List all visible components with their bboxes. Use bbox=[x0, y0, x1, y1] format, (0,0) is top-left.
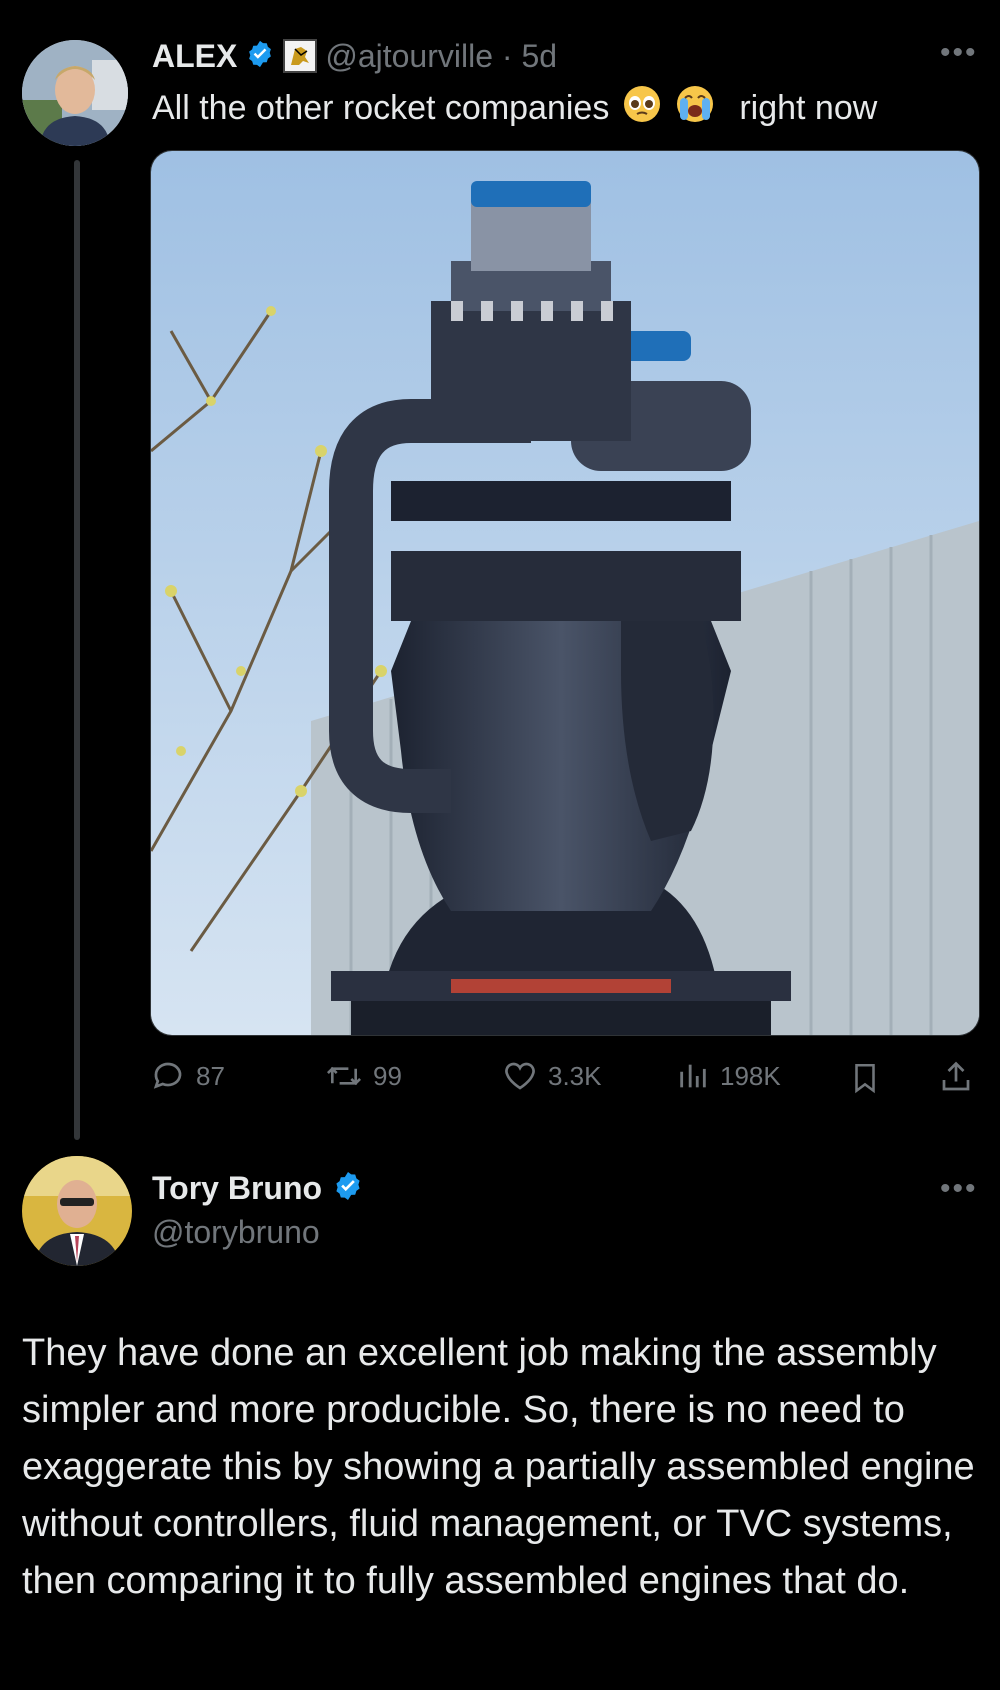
views-count: 198K bbox=[720, 1060, 781, 1091]
reply-action[interactable]: 87 bbox=[150, 1058, 225, 1094]
more-options-icon[interactable]: ••• bbox=[940, 36, 978, 70]
repost-count: 99 bbox=[373, 1060, 402, 1091]
rocket-engine-photo bbox=[151, 151, 979, 1035]
author-name[interactable]: ALEX bbox=[152, 38, 237, 75]
reply-count: 87 bbox=[196, 1060, 225, 1091]
avatar-alex[interactable] bbox=[22, 40, 128, 146]
reply-author-name[interactable]: Tory Bruno bbox=[152, 1170, 322, 1207]
author-handle-and-time[interactable]: @ajtourville · 5d bbox=[325, 38, 557, 75]
views-chart-icon bbox=[680, 1064, 706, 1088]
like-action[interactable]: 3.3K bbox=[502, 1058, 602, 1094]
tweet-text-part-2: right now bbox=[739, 89, 878, 127]
avatar-tory-bruno[interactable] bbox=[22, 1156, 132, 1266]
verified-badge-icon bbox=[245, 39, 275, 74]
like-count: 3.3K bbox=[548, 1060, 602, 1091]
reply-more-options-icon[interactable]: ••• bbox=[940, 1172, 978, 1206]
affiliate-badge-icon bbox=[283, 39, 318, 73]
repost-icon bbox=[326, 1066, 362, 1086]
tweet-text: All the other rocket companies right now bbox=[152, 84, 878, 133]
tweet-image[interactable] bbox=[150, 150, 980, 1036]
pleading-face-emoji-icon bbox=[623, 85, 661, 132]
thread-connector-line bbox=[74, 160, 80, 1140]
tweet-text-part-1: All the other rocket companies bbox=[152, 89, 610, 127]
reply-text: They have done an excellent job making t… bbox=[22, 1332, 975, 1602]
share-icon[interactable] bbox=[938, 1058, 974, 1101]
heart-icon bbox=[505, 1062, 535, 1090]
bookmark-icon[interactable] bbox=[848, 1060, 882, 1101]
reply-header: Tory Bruno bbox=[152, 1166, 364, 1210]
loudly-crying-face-emoji-icon bbox=[675, 84, 715, 133]
reply-icon bbox=[153, 1062, 182, 1089]
repost-action[interactable]: 99 bbox=[325, 1058, 402, 1094]
verified-badge-icon bbox=[332, 1170, 364, 1207]
reply-author-handle[interactable]: @torybruno bbox=[152, 1214, 320, 1251]
tweet-header: ALEX @ajtourville · 5d bbox=[152, 34, 557, 78]
views-action[interactable]: 198K bbox=[676, 1058, 781, 1094]
